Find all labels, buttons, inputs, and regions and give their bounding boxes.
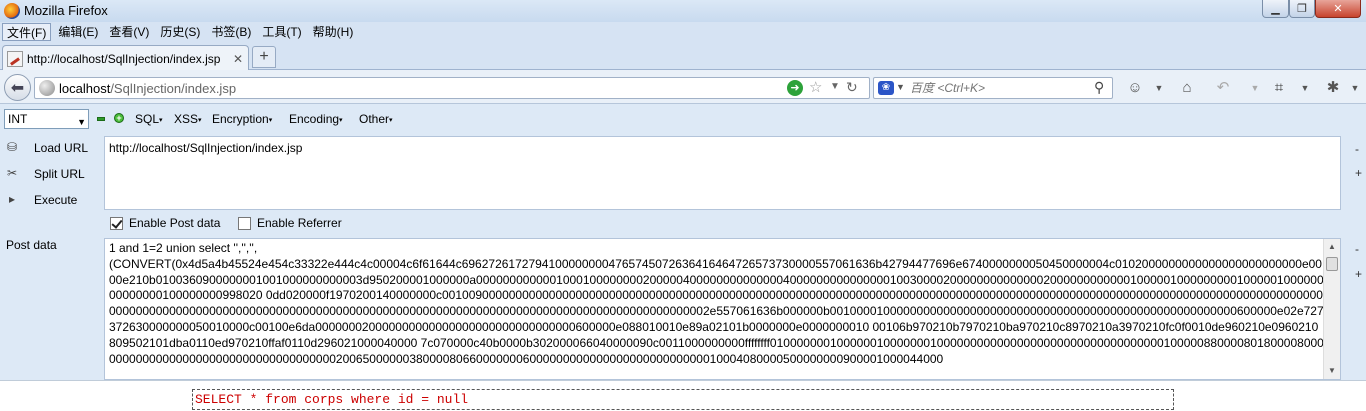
- url-shrink-icon[interactable]: -: [1355, 142, 1359, 156]
- menu-other-label: Other: [359, 112, 390, 126]
- menu-sql[interactable]: SQL▾: [135, 112, 163, 126]
- scroll-down-icon[interactable]: ▼: [1324, 363, 1340, 379]
- execute-label: Execute: [34, 193, 78, 207]
- menu-arrow-icon: ▾: [159, 116, 163, 124]
- enable-referrer-toggle[interactable]: Enable Referrer: [238, 216, 342, 230]
- baidu-paw-icon[interactable]: ❀: [878, 81, 894, 95]
- menu-bookmarks[interactable]: 书签(B): [207, 23, 255, 41]
- title-bar: Mozilla Firefox ▁ ❐ ✕: [0, 0, 1366, 22]
- restore-icon: ❐: [1297, 3, 1307, 15]
- hackbar-panel: INT ▼ + SQL▾ XSS▾ Encryption▾ Encoding▾ O…: [0, 104, 1366, 380]
- menu-edit[interactable]: 编辑(E): [54, 23, 102, 41]
- post-grow-icon[interactable]: +: [1355, 267, 1362, 281]
- close-icon: ✕: [1333, 3, 1343, 15]
- bug-icon[interactable]: ✱: [1324, 79, 1342, 97]
- menu-encryption-label: Encryption: [212, 112, 269, 126]
- execute-button[interactable]: ▸ Execute: [4, 190, 94, 210]
- new-tab-button[interactable]: +: [252, 46, 276, 68]
- address-host: localhost: [59, 81, 111, 96]
- sql-query-output: SELECT * from corps where id = null: [192, 389, 1174, 410]
- close-button[interactable]: ✕: [1315, 0, 1361, 18]
- addon-dropdown-icon[interactable]: ▼: [1150, 79, 1168, 97]
- minimize-icon: ▁: [1271, 3, 1280, 15]
- menu-encoding-label: Encoding: [289, 112, 340, 126]
- split-url-label: Split URL: [34, 167, 85, 181]
- address-text: localhost/SqlInjection/index.jsp: [59, 81, 236, 96]
- chevron-down-icon: ▼: [77, 117, 86, 127]
- scissors-icon: ✂: [6, 166, 18, 180]
- url-history-dropdown-icon[interactable]: ▼: [830, 81, 840, 92]
- back-button[interactable]: ⬅: [4, 74, 31, 101]
- menu-other[interactable]: Other▾: [359, 112, 393, 126]
- minimize-button[interactable]: ▁: [1262, 0, 1289, 18]
- load-url-icon: ⛁: [6, 140, 18, 154]
- undo-close-tab-icon[interactable]: ↶: [1214, 79, 1232, 97]
- search-engine-dropdown-icon[interactable]: ▼: [896, 82, 905, 92]
- tab-close-icon[interactable]: ✕: [230, 52, 246, 66]
- play-icon: ▸: [8, 192, 16, 206]
- scroll-thumb[interactable]: [1326, 257, 1338, 271]
- url-grow-icon[interactable]: +: [1355, 166, 1362, 180]
- menu-arrow-icon: ▾: [198, 116, 202, 124]
- post-scrollbar[interactable]: ▲ ▼: [1323, 239, 1340, 379]
- menu-file[interactable]: 文件(F): [2, 23, 52, 41]
- enable-referrer-checkbox[interactable]: [238, 216, 251, 230]
- bug-dropdown-icon[interactable]: ▼: [1346, 79, 1364, 97]
- split-url-button[interactable]: ✂ Split URL: [4, 164, 94, 184]
- search-bar[interactable]: ❀ ▼ ⚲: [873, 77, 1113, 99]
- post-data-text: 1 and 1=2 union select '','','', (CONVER…: [109, 241, 1324, 366]
- crop-dropdown-icon[interactable]: ▼: [1296, 79, 1314, 97]
- post-data-label: Post data: [6, 238, 57, 252]
- address-path: /SqlInjection/index.jsp: [110, 81, 237, 96]
- crop-icon[interactable]: ⌗: [1270, 79, 1288, 97]
- bookmark-star-icon[interactable]: ☆: [809, 78, 822, 96]
- menu-bar: 文件(F) 编辑(E) 查看(V) 历史(S) 书签(B) 工具(T) 帮助(H…: [0, 22, 1366, 42]
- menu-view[interactable]: 查看(V): [105, 23, 153, 41]
- url-textarea[interactable]: http://localhost/SqlInjection/index.jsp: [104, 136, 1341, 210]
- load-url-label: Load URL: [34, 141, 89, 155]
- reload-icon[interactable]: ↻: [846, 79, 858, 96]
- favicon-icon: [7, 50, 23, 67]
- search-input[interactable]: [910, 80, 1090, 96]
- undo-dropdown-icon[interactable]: ▼: [1246, 79, 1264, 97]
- go-arrow-icon[interactable]: ➜: [787, 80, 803, 96]
- enable-referrer-label: Enable Referrer: [257, 216, 342, 230]
- menu-help[interactable]: 帮助(H): [309, 23, 358, 41]
- globe-icon: [39, 80, 55, 96]
- arrow-left-icon: ⬅: [10, 79, 25, 97]
- menu-sql-label: SQL: [135, 112, 160, 126]
- navigation-bar: ⬅ localhost/SqlInjection/index.jsp ➜ ☆ ▼…: [0, 70, 1366, 104]
- menu-encryption[interactable]: Encryption▾: [212, 112, 272, 126]
- tab-strip: http://localhost/SqlInjection/index.jsp …: [0, 42, 1366, 71]
- menu-arrow-icon: ▾: [389, 116, 393, 124]
- window-title: Mozilla Firefox: [24, 3, 108, 18]
- post-shrink-icon[interactable]: -: [1355, 242, 1359, 256]
- tab-title: http://localhost/SqlInjection/index.jsp: [27, 51, 221, 66]
- decrease-button[interactable]: [97, 117, 105, 121]
- address-bar[interactable]: localhost/SqlInjection/index.jsp ➜ ☆ ▼ ↻: [34, 77, 870, 99]
- load-url-button[interactable]: ⛁ Load URL: [4, 138, 94, 158]
- menu-history[interactable]: 历史(S): [156, 23, 204, 41]
- enable-post-checkbox[interactable]: [110, 216, 123, 230]
- home-icon[interactable]: ⌂: [1178, 79, 1196, 97]
- injection-type-value: INT: [8, 112, 28, 126]
- search-icon[interactable]: ⚲: [1094, 79, 1104, 96]
- page-content: SELECT * from corps where id = null: [0, 380, 1366, 411]
- scroll-up-icon[interactable]: ▲: [1324, 239, 1340, 255]
- menu-arrow-icon: ▾: [268, 116, 273, 124]
- injection-type-select[interactable]: INT ▼: [4, 109, 89, 129]
- maximize-button[interactable]: ❐: [1289, 0, 1315, 18]
- smiley-addon-icon[interactable]: ☺: [1126, 79, 1144, 97]
- menu-arrow-icon: ▾: [339, 116, 343, 124]
- firefox-icon: [4, 3, 20, 19]
- menu-xss[interactable]: XSS▾: [174, 112, 202, 126]
- increase-button[interactable]: +: [114, 113, 124, 123]
- post-data-textarea[interactable]: 1 and 1=2 union select '','','', (CONVER…: [104, 238, 1341, 380]
- enable-post-toggle[interactable]: Enable Post data: [110, 216, 220, 230]
- enable-post-label: Enable Post data: [129, 216, 221, 230]
- menu-tools[interactable]: 工具(T): [258, 23, 305, 41]
- tab-index[interactable]: http://localhost/SqlInjection/index.jsp …: [2, 45, 249, 71]
- menu-encoding[interactable]: Encoding▾: [289, 112, 343, 126]
- menu-xss-label: XSS: [174, 112, 199, 126]
